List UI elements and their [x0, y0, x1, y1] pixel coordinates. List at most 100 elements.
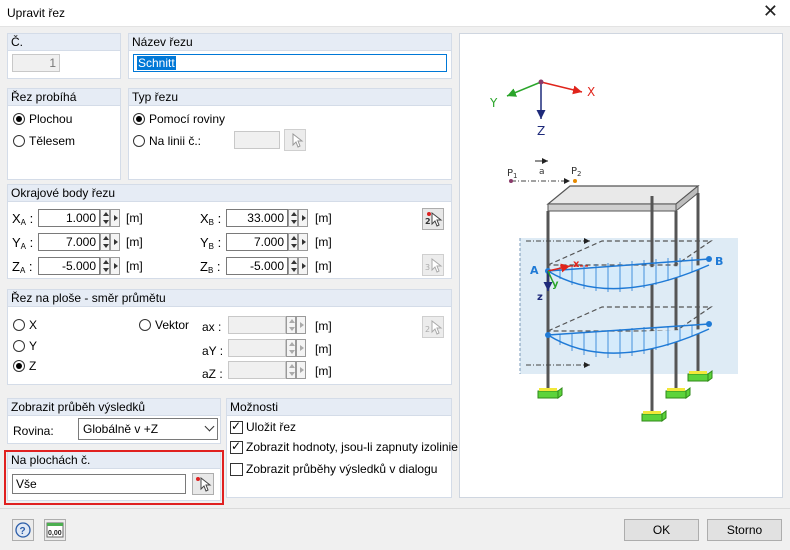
proj-x-label: X [29, 318, 38, 332]
axis-x-text: X [587, 85, 595, 99]
x-axis-arrow [540, 81, 583, 95]
boundary-label: Okrajové body řezu [11, 186, 116, 200]
section-type-group: Typ řezu Pomocí roviny Na linii č.: [128, 88, 452, 180]
ay-pick-button [296, 339, 306, 357]
line-number-field [234, 131, 280, 149]
display-label: Zobrazit průběh výsledků [11, 400, 146, 414]
axis-y-text: Y [489, 96, 498, 110]
xb-spinner[interactable] [288, 209, 298, 227]
units-icon: 0,00 [46, 522, 64, 538]
svg-text:3: 3 [425, 263, 430, 272]
za-pick-button[interactable] [110, 257, 120, 275]
units-button[interactable]: 0,00 [44, 519, 66, 541]
name-field[interactable]: Schnitt [133, 54, 447, 72]
show-values-checkbox[interactable] [230, 439, 243, 454]
zb-spinner[interactable] [288, 257, 298, 275]
projection-group: Řez na ploše - směr průmětu X Y Z Vektor… [7, 289, 452, 385]
runs-surface-radio[interactable] [13, 113, 25, 125]
number-field: 1 [12, 54, 60, 72]
pick-vector-button[interactable]: 2 [422, 316, 444, 338]
ay-field [228, 339, 286, 357]
za-field[interactable]: -5.000 [38, 257, 100, 275]
ya-field[interactable]: 7.000 [38, 233, 100, 251]
az-unit: [m] [315, 364, 332, 378]
ay-label: aY : [202, 344, 224, 358]
projection-label: Řez na ploše - směr průmětu [11, 291, 166, 305]
proj-z-label: Z [29, 359, 37, 373]
close-icon[interactable]: ✕ [763, 2, 778, 22]
xb-field[interactable]: 33.000 [226, 209, 288, 227]
point-a-text: A [530, 264, 539, 277]
ax-pick-button [296, 316, 306, 334]
ax-spinner [286, 316, 296, 334]
a-text: a [539, 167, 545, 177]
proj-vector-radio[interactable] [139, 319, 151, 331]
type-plane-radio[interactable] [133, 113, 145, 125]
za-label: ZA : [12, 259, 33, 275]
xb-pick-button[interactable] [298, 209, 308, 227]
supports [537, 370, 713, 422]
xb-label: XB : [200, 211, 222, 227]
section-runs-label: Řez probíhá [11, 90, 77, 104]
zb-field[interactable]: -5.000 [226, 257, 288, 275]
type-line-radio[interactable] [133, 135, 145, 147]
proj-x-radio[interactable] [13, 319, 25, 331]
ay-spinner [286, 339, 296, 357]
p1-text: P1 [507, 168, 518, 180]
type-plane-label: Pomocí roviny [149, 112, 226, 126]
local-z-text: z [537, 292, 543, 303]
yb-field[interactable]: 7.000 [226, 233, 288, 251]
az-pick-button [296, 361, 306, 379]
plane-value: Globálně v +Z [83, 422, 159, 436]
ax-label: ax : [202, 320, 222, 334]
options-group: Možnosti Uložit řez Zobrazit hodnoty, js… [226, 398, 458, 498]
xa-pick-button[interactable] [110, 209, 120, 227]
ya-unit: [m] [126, 235, 143, 249]
ya-pick-button[interactable] [110, 233, 120, 251]
za-unit: [m] [126, 259, 143, 273]
yb-spinner[interactable] [288, 233, 298, 251]
pick-points-disabled-icon: 2 [425, 319, 443, 335]
type-line-label: Na linii č.: [149, 134, 202, 148]
section-runs-group: Řez probíhá Plochou Tělesem [7, 88, 121, 180]
ok-button[interactable]: OK [624, 519, 699, 541]
pick-line-button[interactable] [284, 129, 306, 151]
boundary-group: Okrajové body řezu XA : 1.000 [m] YA : 7… [7, 184, 452, 279]
yb-label: YB : [200, 235, 222, 251]
runs-surface-label: Plochou [29, 112, 73, 126]
pick-three-points-button[interactable]: 3 [422, 254, 444, 276]
point-b-text: B [715, 255, 723, 268]
local-y-text: y [552, 279, 559, 290]
ya-spinner[interactable] [100, 233, 110, 251]
ax-unit: [m] [315, 319, 332, 333]
cancel-button[interactable]: Storno [707, 519, 782, 541]
plane-select[interactable]: Globálně v +Z [78, 418, 218, 440]
axis-z-text: Z [537, 124, 545, 138]
chevron-down-icon [204, 421, 215, 432]
number-label: Č. [11, 35, 23, 49]
runs-solid-label: Tělesem [29, 134, 76, 148]
runs-solid-radio[interactable] [13, 135, 25, 147]
yb-pick-button[interactable] [298, 233, 308, 251]
zb-pick-button[interactable] [298, 257, 308, 275]
svg-text:?: ? [20, 526, 26, 537]
xa-field[interactable]: 1.000 [38, 209, 100, 227]
za-spinner[interactable] [100, 257, 110, 275]
show-diagrams-label: Zobrazit průběhy výsledků v dialogu [246, 462, 438, 476]
pick-points-icon: 2 [425, 211, 443, 227]
help-button[interactable]: ? [12, 519, 34, 541]
save-checkbox[interactable] [230, 419, 243, 434]
save-label: Uložit řez [246, 420, 297, 434]
proj-vector-label: Vektor [155, 318, 190, 332]
xa-label: XA : [12, 211, 34, 227]
pick-two-points-button[interactable]: 2 [422, 208, 444, 230]
az-field [228, 361, 286, 379]
xa-unit: [m] [126, 211, 143, 225]
proj-y-radio[interactable] [13, 340, 25, 352]
proj-z-radio[interactable] [13, 360, 25, 372]
help-icon: ? [15, 522, 31, 538]
svg-text:2: 2 [425, 325, 430, 334]
show-diagrams-checkbox[interactable] [230, 463, 243, 476]
options-label: Možnosti [230, 400, 279, 414]
xa-spinner[interactable] [100, 209, 110, 227]
